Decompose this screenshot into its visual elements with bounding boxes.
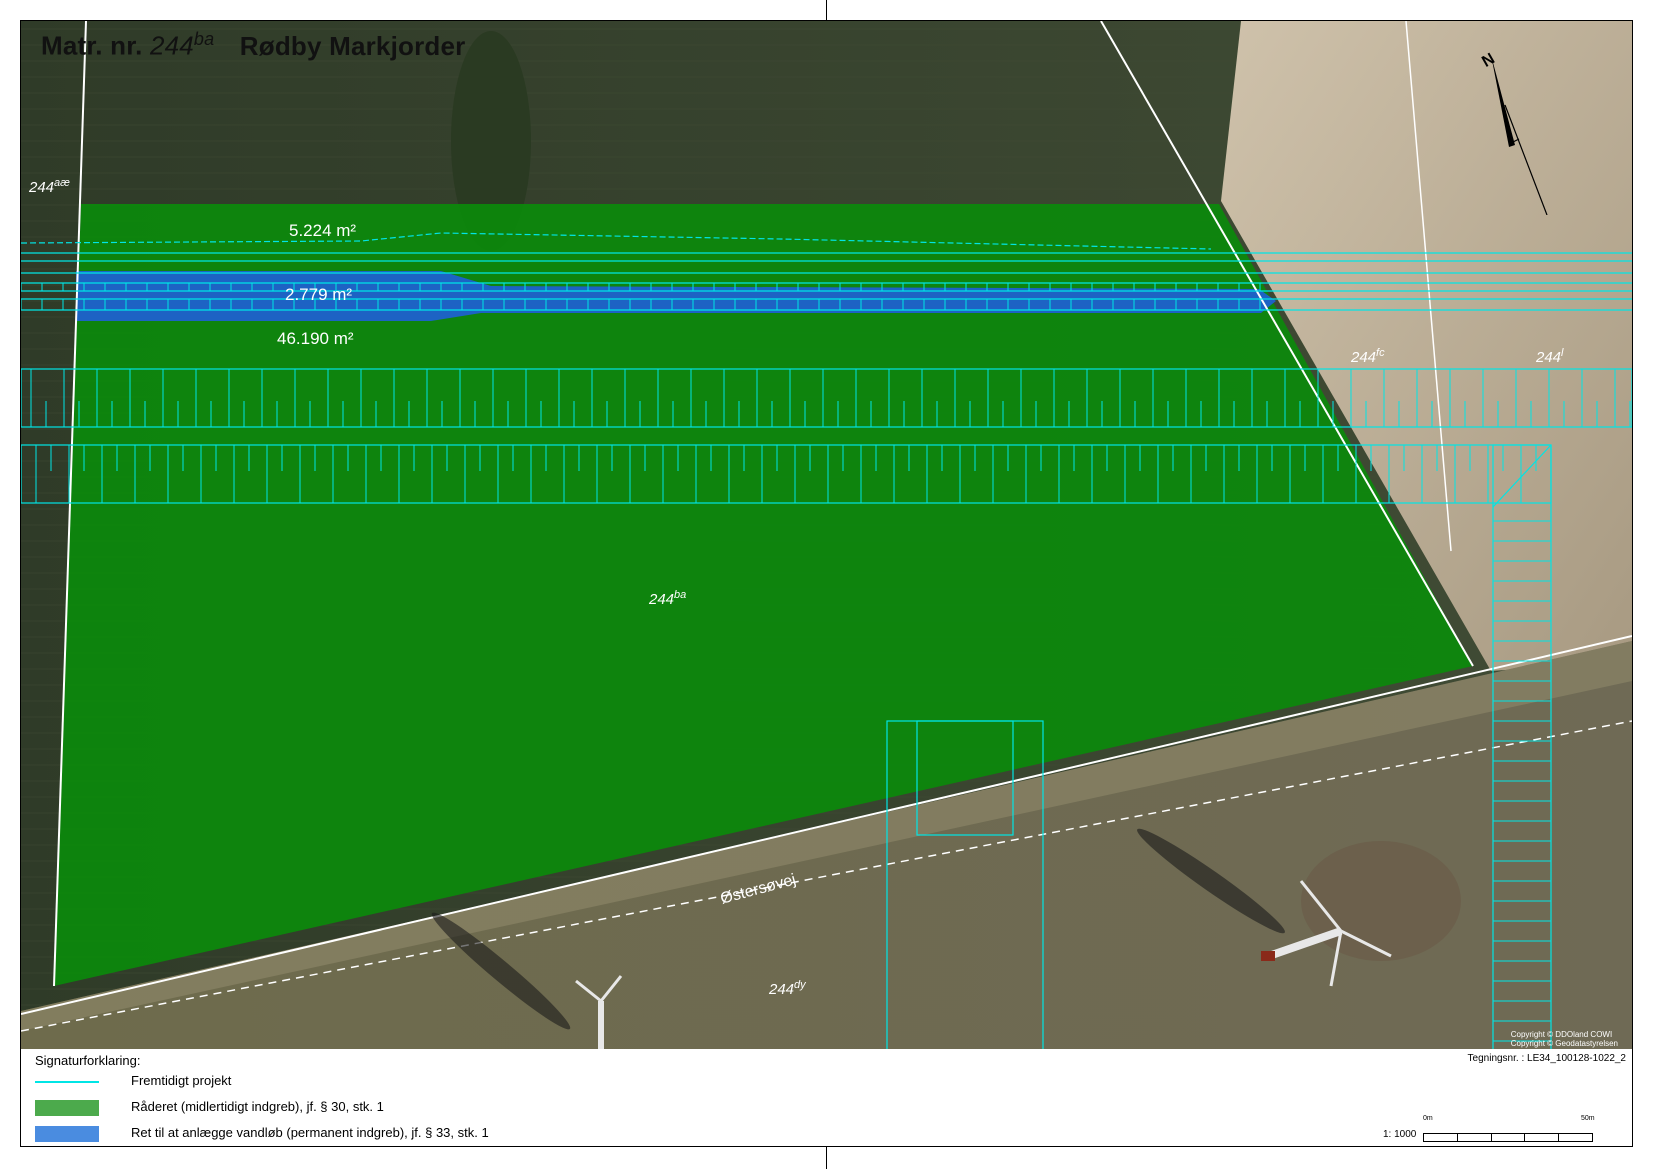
legend-item-label: Fremtidigt projekt — [131, 1073, 232, 1088]
map-title: Matr. nr. 244ba Rødby Markjorder — [41, 29, 465, 62]
title-prefix: Matr. nr. — [41, 30, 143, 61]
scale-bar — [1423, 1133, 1593, 1142]
parcel-label: 244aæ — [29, 177, 70, 196]
drawing-number: Tegningsnr. : LE34_100128-1022_2 — [1467, 1053, 1626, 1064]
area-label-upper: 5.224 m² — [289, 221, 357, 240]
legend-panel: Signaturforklaring: Fremtidigt projekt R… — [20, 1049, 1633, 1147]
legend-item-label: Råderet (midlertidigt indgreb), jf. § 30… — [131, 1099, 384, 1114]
legend-item-label: Ret til at anlægge vandløb (permanent in… — [131, 1125, 489, 1140]
legend-fill-symbol — [35, 1100, 99, 1116]
map-frame[interactable]: Matr. nr. 244ba Rødby Markjorder N 244aæ… — [20, 20, 1633, 1051]
title-parcel-number: 244 — [149, 30, 194, 61]
parcel-label: 244dy — [769, 979, 806, 998]
title-parcel-suffix: ba — [193, 29, 215, 49]
crop-mark-bottom — [826, 1146, 827, 1169]
copyright-notice: Copyright © DDOland COWI Copyright © Geo… — [1510, 1030, 1618, 1048]
orthophoto-map — [21, 21, 1632, 1050]
crop-mark-top — [826, 0, 827, 20]
parcel-label: 244ba — [649, 589, 687, 608]
area-label-watercourse: 2.779 m² — [285, 285, 353, 304]
area-label-main: 46.190 m² — [277, 329, 354, 348]
title-place: Rødby Markjorder — [239, 30, 466, 61]
legend-title: Signaturforklaring: — [35, 1053, 141, 1068]
parcel-label: 244l — [1536, 347, 1564, 366]
legend-line-symbol — [35, 1081, 99, 1083]
scale-end-label: 50m — [1581, 1115, 1595, 1122]
scale-ratio: 1: 1000 — [1383, 1129, 1417, 1140]
legend-fill-symbol — [35, 1126, 99, 1142]
north-arrow-icon — [1491, 55, 1548, 215]
scale-start-label: 0m — [1423, 1115, 1433, 1122]
field-patch — [1301, 841, 1461, 961]
parcel-label: 244fc — [1351, 347, 1385, 366]
